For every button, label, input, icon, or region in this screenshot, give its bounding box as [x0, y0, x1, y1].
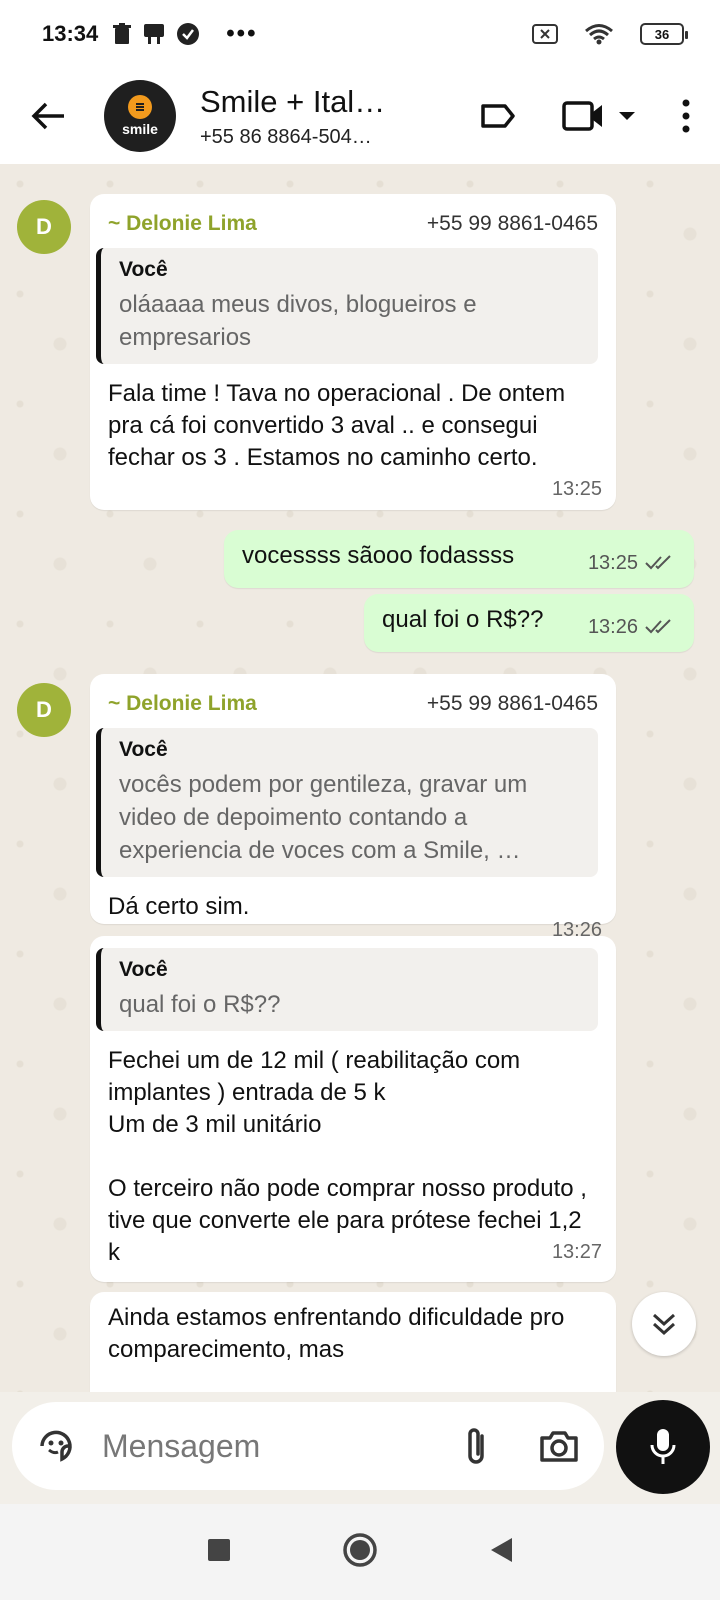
chat-header: smile Smile + Ital… +55 86 8864-504… [0, 68, 720, 164]
chat-subtitle: +55 86 8864-504… [200, 125, 372, 148]
message-text: vocessss sãooo fodassss [242, 542, 515, 569]
incoming-message[interactable]: Você qual foi o R$?? Fechei um de 12 mil… [90, 936, 616, 1282]
more-notifications-icon: ••• [226, 20, 258, 47]
composer: Mensagem [0, 1392, 720, 1504]
attach-button[interactable] [462, 1424, 490, 1468]
chat-info[interactable]: Smile + Ital… +55 86 8864-504… [200, 84, 400, 149]
scroll-to-bottom-button[interactable] [632, 1292, 696, 1356]
message-time: 13:25 [551, 478, 602, 500]
sender-name[interactable]: ~ Delonie Lima [108, 212, 257, 236]
square-icon [208, 1538, 230, 1561]
incoming-message[interactable]: ~ Delonie Lima +55 99 8861-0465 Você olá… [90, 194, 616, 510]
incoming-message[interactable]: Ainda estamos enfrentando dificuldade pr… [90, 1292, 616, 1392]
double-check-icon [645, 555, 671, 570]
quote-text: oláaaaa meus divos, blogueiros e empresa… [119, 291, 477, 351]
notification-icon [142, 23, 166, 45]
system-navigation-bar [0, 1504, 720, 1600]
battery-indicator: 36 [640, 23, 688, 45]
recent-apps-button[interactable] [206, 1537, 232, 1568]
paperclip-icon [468, 1428, 484, 1464]
quoted-message[interactable]: Você qual foi o R$?? [96, 948, 598, 1031]
sim-off-icon [532, 24, 558, 44]
back-nav-button[interactable] [488, 1536, 514, 1569]
home-button[interactable] [342, 1532, 378, 1573]
message-text: qual foi o R$?? [382, 606, 544, 633]
outgoing-message[interactable]: vocessss sãooo fodassss 13:25 [224, 530, 694, 588]
camera-button[interactable] [538, 1428, 580, 1464]
status-time: 13:34 [42, 21, 99, 46]
trash-icon [112, 23, 132, 45]
message-input[interactable]: Mensagem [102, 1428, 436, 1465]
message-time: 13:26 [587, 615, 638, 638]
quote-author: Você [119, 738, 168, 761]
outgoing-message[interactable]: qual foi o R$?? 13:26 [364, 594, 694, 652]
quote-text: vocês podem por gentileza, gravar um vid… [119, 771, 528, 864]
voice-message-button[interactable] [616, 1400, 710, 1494]
message-text: Fechei um de 12 mil ( reabilitação com i… [108, 1047, 587, 1266]
quote-author: Você [119, 258, 168, 281]
more-options-button[interactable] [682, 86, 690, 146]
message-time: 13:27 [551, 1241, 602, 1263]
quote-text: qual foi o R$?? [119, 991, 281, 1018]
chat-messages[interactable]: D ~ Delonie Lima +55 99 8861-0465 Você o… [0, 164, 720, 1392]
status-bar: 13:34 ••• 36 [0, 0, 720, 68]
quoted-message[interactable]: Você oláaaaa meus divos, blogueiros e em… [96, 248, 598, 364]
sender-avatar[interactable]: D [17, 200, 71, 254]
sender-phone[interactable]: +55 99 8861-0465 [427, 212, 598, 236]
back-button[interactable] [18, 86, 78, 146]
message-text: Ainda estamos enfrentando dificuldade pr… [108, 1304, 565, 1363]
arrow-left-icon [31, 102, 64, 130]
group-avatar[interactable]: smile [104, 80, 176, 152]
smile-logo-icon [128, 95, 152, 119]
quote-author: Você [119, 958, 168, 981]
sender-name[interactable]: ~ Delonie Lima [108, 692, 257, 716]
video-camera-icon [562, 101, 602, 131]
message-time: 13:25 [587, 551, 638, 574]
label-button[interactable] [468, 86, 528, 146]
quoted-message[interactable]: Você vocês podem por gentileza, gravar u… [96, 728, 598, 877]
caret-down-icon [619, 112, 635, 120]
check-circle-icon [176, 22, 200, 46]
incoming-message[interactable]: ~ Delonie Lima +55 99 8861-0465 Você voc… [90, 674, 616, 941]
circle-icon [343, 1532, 377, 1567]
video-call-button[interactable] [562, 86, 606, 146]
message-text: Fala time ! Tava no operacional . De ont… [108, 380, 566, 471]
chat-title: Smile + Ital… [200, 83, 386, 119]
more-vertical-icon [682, 99, 690, 133]
sender-avatar[interactable]: D [17, 683, 71, 737]
camera-icon [540, 1431, 578, 1462]
wifi-icon [584, 23, 614, 45]
microphone-icon [650, 1429, 676, 1464]
sender-phone[interactable]: +55 99 8861-0465 [427, 692, 598, 716]
avatar-logo-text: smile [122, 121, 158, 137]
chevron-double-down-icon [652, 1313, 676, 1336]
sticker-icon[interactable] [36, 1426, 76, 1466]
call-options-dropdown[interactable] [618, 86, 636, 146]
triangle-left-icon [491, 1537, 512, 1562]
double-check-icon [645, 619, 671, 634]
label-icon [481, 104, 515, 128]
message-input-container: Mensagem [12, 1402, 604, 1490]
